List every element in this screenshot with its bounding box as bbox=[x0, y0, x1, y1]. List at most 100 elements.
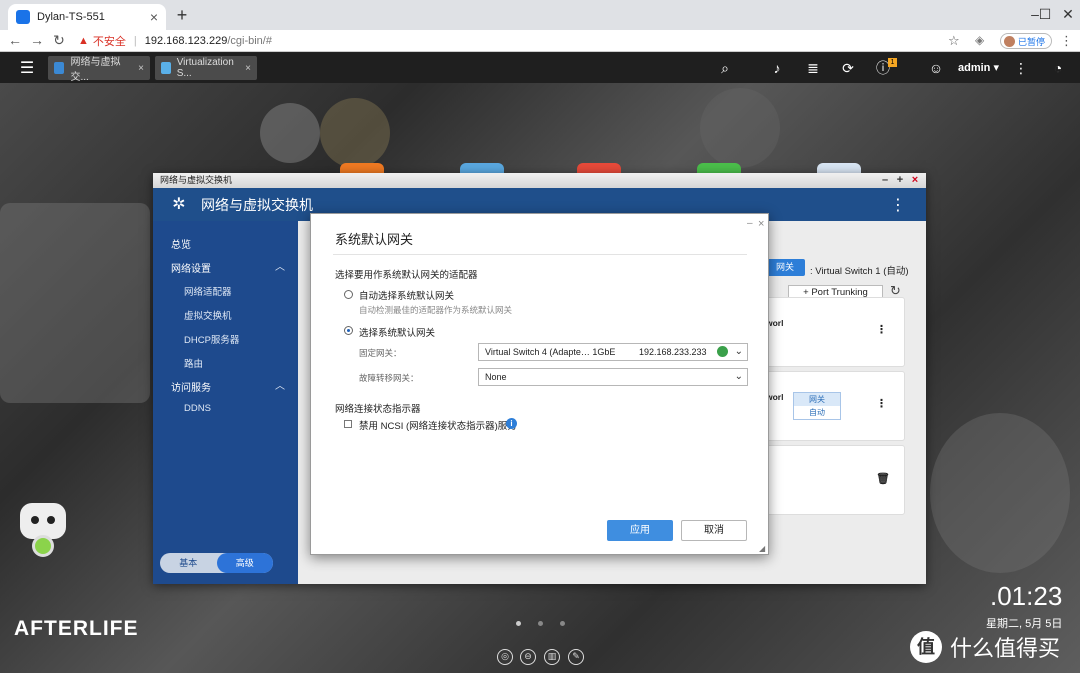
card-more-icon[interactable]: ⋮ bbox=[876, 397, 887, 410]
browser-menu-icon[interactable]: ⋮ bbox=[1060, 33, 1073, 49]
sync-icon[interactable]: ⟳ bbox=[837, 58, 859, 78]
desktop-date: 星期二, 5月 5日 bbox=[986, 618, 1063, 630]
apptab-network[interactable]: 网络与虚拟交... × bbox=[48, 56, 150, 83]
cancel-button[interactable]: 取消 bbox=[681, 520, 747, 541]
page-dot[interactable] bbox=[560, 621, 565, 626]
virtualization-app-icon bbox=[161, 62, 171, 74]
fixed-gateway-select[interactable]: Virtual Switch 4 (Adapte… 1GbE 192.168.2… bbox=[478, 343, 748, 361]
sidebar-item-ddns[interactable]: DDNS bbox=[184, 403, 211, 414]
mode-basic[interactable]: 基本 bbox=[160, 553, 217, 573]
url-host: 192.168.123.229 bbox=[144, 35, 228, 47]
wallpaper-deco bbox=[0, 203, 150, 403]
forward-button[interactable]: → bbox=[28, 32, 46, 48]
apptab-label: 网络与虚拟交... bbox=[70, 57, 121, 83]
resize-handle-icon[interactable]: ◢ bbox=[759, 544, 765, 553]
new-tab-button[interactable]: + bbox=[172, 5, 192, 25]
dialog-minimize-icon[interactable]: – bbox=[747, 218, 753, 229]
dashboard-icon[interactable]: ◔ bbox=[1047, 58, 1069, 78]
radio-manual-gateway[interactable] bbox=[344, 326, 353, 335]
dock-icon[interactable]: ✎ bbox=[568, 649, 584, 665]
mode-advanced[interactable]: 高级 bbox=[216, 553, 273, 573]
dialog-close-icon[interactable]: × bbox=[758, 218, 764, 230]
background-tasks-icon[interactable]: ≣ bbox=[802, 58, 824, 78]
adapter-card[interactable]: worl ⋮ bbox=[765, 297, 905, 367]
robot-eye bbox=[31, 516, 39, 524]
dock-icon[interactable]: ⊖ bbox=[520, 649, 536, 665]
window-maximize-icon[interactable]: + bbox=[893, 173, 907, 188]
reload-button[interactable]: ↻ bbox=[50, 32, 68, 49]
qnap-favicon-icon bbox=[16, 10, 30, 24]
failover-gateway-label: 故障转移网关： bbox=[359, 373, 419, 383]
qts-more-icon[interactable]: ⋮ bbox=[1010, 58, 1032, 78]
site-watermark: 值 什么值得买 bbox=[910, 631, 1060, 663]
sidebar-item-network-settings[interactable]: 网络设置 bbox=[171, 260, 211, 275]
maximize-window-button[interactable]: ☐ bbox=[1034, 0, 1056, 30]
vswitch-label: : Virtual Switch 1 (自动) bbox=[810, 266, 909, 277]
wallpaper-deco bbox=[700, 88, 780, 168]
app-more-icon[interactable]: ⋮ bbox=[890, 195, 906, 215]
sidebar-item-routing[interactable]: 路由 bbox=[184, 356, 203, 370]
main-menu-icon[interactable]: ☰ bbox=[12, 58, 42, 78]
window-close-icon[interactable]: × bbox=[908, 173, 922, 188]
failover-gateway-select[interactable]: None ⌄ bbox=[478, 368, 748, 386]
url-field[interactable]: ▲ 不安全 | 192.168.123.229 /cgi-bin/# bbox=[78, 32, 958, 50]
sidebar: 总览 网络设置 ︿ 网络适配器 虚拟交换机 DHCP服务器 路由 访问服务 ︿ … bbox=[153, 221, 298, 584]
sidebar-item-adapters[interactable]: 网络适配器 bbox=[184, 284, 232, 298]
chevron-up-icon[interactable]: ︿ bbox=[275, 258, 285, 273]
back-button[interactable]: ← bbox=[6, 32, 24, 48]
window-minimize-icon[interactable]: – bbox=[878, 173, 892, 188]
info-icon[interactable]: i bbox=[506, 418, 517, 429]
volume-icon[interactable]: ♪ bbox=[766, 58, 788, 78]
trash-icon[interactable]: 🗑 bbox=[876, 472, 890, 485]
browser-tab-title: Dylan-TS-551 bbox=[37, 11, 105, 23]
default-gateway-dialog: 系统默认网关 – × 选择要用作系统默认网关的适配器 自动选择系统默认网关 自动… bbox=[310, 213, 769, 555]
radio-manual-label[interactable]: 选择系统默认网关 bbox=[359, 325, 435, 339]
apptab-label: Virtualization S... bbox=[176, 57, 234, 79]
card-more-icon[interactable]: ⋮ bbox=[876, 323, 887, 336]
window-titlebar[interactable]: 网络与虚拟交换机 bbox=[153, 173, 926, 188]
ncsi-checkbox-label[interactable]: 禁用 NCSI (网络连接状态指示器)服务 bbox=[359, 418, 517, 432]
sidebar-item-overview[interactable]: 总览 bbox=[171, 236, 191, 251]
gateway-status-badge: 网关 自动 bbox=[793, 392, 841, 420]
helpdesk-robot-icon[interactable] bbox=[20, 503, 66, 539]
mode-toggle[interactable]: 基本 高级 bbox=[160, 553, 273, 573]
user-menu[interactable]: admin ▾ bbox=[958, 61, 999, 74]
adapter-card[interactable]: worl 网关 自动 ⋮ bbox=[765, 371, 905, 441]
adapter-card[interactable]: 🗑 bbox=[765, 445, 905, 515]
sidebar-item-dhcp[interactable]: DHCP服务器 bbox=[184, 332, 239, 346]
dialog-title: 系统默认网关 bbox=[335, 232, 414, 247]
radio-auto-gateway[interactable] bbox=[344, 290, 353, 299]
sidebar-item-access-services[interactable]: 访问服务 bbox=[171, 379, 211, 394]
insecure-label: 不安全 bbox=[92, 36, 126, 48]
profile-button[interactable]: 已暂停 bbox=[1000, 33, 1053, 49]
ncsi-checkbox[interactable] bbox=[344, 420, 352, 428]
apptab-virtualization[interactable]: Virtualization S... × bbox=[155, 56, 257, 80]
bookmark-star-icon[interactable]: ☆ bbox=[948, 33, 960, 49]
apply-button[interactable]: 应用 bbox=[607, 520, 673, 541]
badge-auto: 自动 bbox=[809, 408, 825, 417]
extension-shield-icon[interactable]: ◈ bbox=[975, 33, 984, 47]
dock-icon[interactable]: ▥ bbox=[544, 649, 560, 665]
profile-status: 已暂停 bbox=[1018, 36, 1046, 47]
close-window-button[interactable]: ✕ bbox=[1056, 0, 1080, 30]
dock-icon[interactable]: ◎ bbox=[497, 649, 513, 665]
browser-tab[interactable]: Dylan-TS-551 × bbox=[8, 4, 166, 30]
sidebar-item-vswitch[interactable]: 虚拟交换机 bbox=[184, 308, 232, 322]
notification-count-badge: 1 bbox=[888, 58, 897, 67]
radio-auto-label[interactable]: 自动选择系统默认网关 bbox=[359, 288, 454, 302]
url-separator: | bbox=[133, 35, 137, 47]
close-tab-icon[interactable]: × bbox=[150, 9, 158, 25]
failover-gateway-value: None bbox=[485, 372, 507, 382]
wallpaper-deco bbox=[320, 98, 390, 168]
address-bar: ← → ↻ ▲ 不安全 | 192.168.123.229 /cgi-bin/#… bbox=[0, 30, 1080, 52]
chevron-down-icon: ⌄ bbox=[734, 371, 743, 382]
chevron-up-icon[interactable]: ︿ bbox=[275, 377, 285, 392]
wallpaper-deco bbox=[930, 413, 1070, 573]
search-icon[interactable]: ⌕ bbox=[714, 58, 736, 78]
page-dot[interactable] bbox=[516, 621, 521, 626]
user-icon[interactable]: ☺ bbox=[925, 58, 947, 78]
page-dot[interactable] bbox=[538, 621, 543, 626]
fixed-gateway-value: Virtual Switch 4 (Adapte… 1GbE bbox=[485, 347, 616, 357]
close-apptab-icon[interactable]: × bbox=[138, 63, 144, 74]
close-apptab-icon[interactable]: × bbox=[245, 63, 251, 74]
